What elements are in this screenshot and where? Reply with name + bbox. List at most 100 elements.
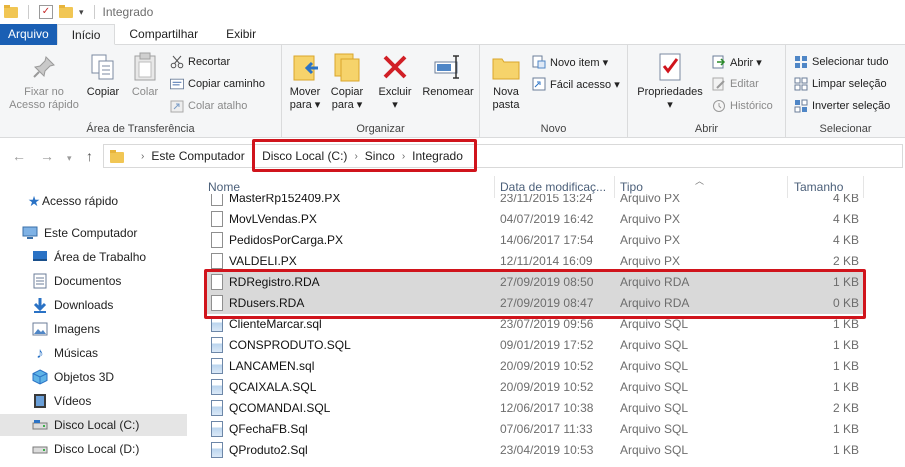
nav-item-documents[interactable]: Documentos: [0, 270, 187, 292]
file-size: 4 KB: [832, 212, 859, 226]
tab-file[interactable]: Arquivo: [0, 24, 57, 45]
file-row[interactable]: PedidosPorCarga.PX 14/06/2017 17:54 Arquiv…: [207, 230, 865, 251]
column-header-type[interactable]: Tipo: [620, 180, 643, 194]
file-type: Arquivo SQL: [620, 380, 689, 394]
breadcrumb-sinco[interactable]: Sinco: [365, 149, 395, 163]
history-button[interactable]: Histórico: [712, 99, 773, 113]
new-folder-icon: [490, 51, 522, 83]
star-icon: ★: [27, 192, 41, 209]
nav-item-pictures[interactable]: Imagens: [0, 318, 187, 340]
select-all-button[interactable]: Selecionar tudo: [794, 55, 888, 69]
file-row[interactable]: MovLVendas.PX 04/07/2019 16:42 Arquivo PX 4…: [207, 209, 865, 230]
file-row[interactable]: QCOMANDAI.SQL 12/06/2017 10:38 Arquivo SQL…: [207, 398, 865, 419]
tab-home[interactable]: Início: [56, 24, 116, 45]
tab-view[interactable]: Exibir: [212, 24, 270, 45]
nav-item-desktop[interactable]: Área de Trabalho: [0, 246, 187, 268]
up-arrow-icon[interactable]: ↑: [86, 148, 93, 164]
nav-item-3d-objects[interactable]: Objetos 3D: [0, 366, 187, 388]
nav-label: Imagens: [54, 322, 101, 336]
clipboard-icon: [129, 51, 161, 83]
nav-item-local-disk-d[interactable]: Disco Local (D:): [0, 438, 187, 460]
file-row[interactable]: QProduto2.Sql 23/04/2019 10:53 Arquivo SQL…: [207, 440, 865, 461]
sql-file-icon: [211, 316, 223, 332]
copy-button[interactable]: Copiar: [84, 51, 122, 99]
ribbon-tabs: Arquivo Início Compartilhar Exibir: [0, 24, 905, 45]
chevron-right-icon[interactable]: ›: [354, 151, 357, 162]
file-row[interactable]: VALDELI.PX 12/11/2014 16:09 Arquivo PX 2 KB: [207, 251, 865, 272]
file-row[interactable]: CONSPRODUTO.SQL 09/01/2019 17:52 Arquivo S…: [207, 335, 865, 356]
column-header-name[interactable]: Nome: [208, 180, 240, 194]
organize-group: Mover para ▾ Copiar para ▾ Excluir ▾ Ren…: [282, 45, 480, 138]
chevron-right-icon[interactable]: ›: [402, 151, 405, 162]
chevron-right-icon[interactable]: ›: [141, 151, 144, 162]
rename-button[interactable]: Renomear: [420, 51, 476, 99]
delete-button[interactable]: Excluir ▾: [378, 51, 412, 112]
new-folder-mini-icon[interactable]: [59, 4, 73, 18]
file-size: 1 KB: [832, 380, 859, 394]
cut-button[interactable]: Recortar: [170, 55, 230, 69]
file-row[interactable]: QCAIXALA.SQL 20/09/2019 10:52 Arquivo SQL 1…: [207, 377, 865, 398]
file-name: QFechaFB.Sql: [229, 422, 308, 436]
file-size: 1 KB: [832, 338, 859, 352]
nav-item-quick-access[interactable]: ★ Acesso rápido: [0, 190, 187, 212]
videos-icon: [32, 393, 48, 409]
easy-access-button[interactable]: Fácil acesso ▾: [532, 77, 620, 91]
file-type: Arquivo RDA: [620, 275, 690, 289]
select-none-button[interactable]: Limpar seleção: [794, 77, 887, 91]
navigation-pane: ★ Acesso rápido Este Computador Área de …: [0, 174, 195, 467]
new-folder-button[interactable]: Nova pasta: [486, 51, 526, 112]
nav-item-videos[interactable]: Vídeos: [0, 390, 187, 412]
file-row[interactable]: MasterRp152409.PX 23/11/2015 13:24 Arquivo…: [207, 194, 865, 209]
column-header-size[interactable]: Tamanho: [794, 180, 843, 194]
copy-path-button[interactable]: Copiar caminho: [170, 77, 265, 91]
address-bar[interactable]: › Este Computador › Disco Local (C:) › S…: [103, 144, 903, 168]
file-type: Arquivo SQL: [620, 338, 689, 352]
select-none-icon: [794, 77, 808, 91]
properties-button[interactable]: Propriedades ▾: [634, 51, 706, 112]
pictures-icon: [32, 321, 48, 337]
nav-item-this-pc[interactable]: Este Computador: [0, 222, 187, 244]
ribbon: Fixar no Acesso rápido Copiar Colar Reco…: [0, 45, 905, 138]
move-to-button[interactable]: Mover para ▾: [286, 51, 324, 112]
nav-label: Acesso rápido: [42, 194, 119, 208]
file-size: 0 KB: [832, 296, 859, 310]
file-row[interactable]: LANCAMEN.sql 20/09/2019 10:52 Arquivo SQL 1…: [207, 356, 865, 377]
customize-toolbar-icon[interactable]: ▾: [79, 7, 84, 18]
file-row[interactable]: RDRegistro.RDA 27/09/2019 08:50 Arquivo RD…: [207, 272, 865, 293]
recent-locations-chevron-icon[interactable]: ▾: [67, 150, 72, 166]
copy-to-button[interactable]: Copiar para ▾: [328, 51, 366, 112]
back-arrow-icon[interactable]: ←: [12, 148, 26, 164]
chevron-right-icon[interactable]: ›: [252, 151, 255, 162]
edit-button[interactable]: Editar: [712, 77, 759, 91]
tab-share[interactable]: Compartilhar: [115, 24, 212, 45]
breadcrumb-local-disk-c[interactable]: Disco Local (C:): [262, 149, 347, 163]
invert-selection-button[interactable]: Inverter seleção: [794, 99, 890, 113]
file-type: Arquivo PX: [620, 194, 681, 205]
new-item-icon: [532, 55, 546, 69]
nav-item-downloads[interactable]: Downloads: [0, 294, 187, 316]
column-header-date[interactable]: Data de modificaç...: [500, 180, 606, 194]
properties-check-icon[interactable]: ✓: [39, 5, 53, 19]
forward-arrow-icon[interactable]: →: [40, 148, 54, 164]
file-type: Arquivo SQL: [620, 401, 689, 415]
breadcrumb-integrado[interactable]: Integrado: [412, 149, 463, 163]
folder-icon: [110, 149, 124, 163]
pin-icon: [28, 51, 60, 83]
paste-button[interactable]: Colar: [126, 51, 164, 99]
file-type: Arquivo PX: [620, 233, 681, 247]
breadcrumb-this-pc[interactable]: Este Computador: [151, 149, 244, 163]
nav-item-local-disk-c[interactable]: Disco Local (C:): [0, 414, 187, 436]
open-button[interactable]: Abrir ▾: [712, 55, 762, 69]
file-row[interactable]: ClienteMarcar.sql 23/07/2019 09:56 Arquivo…: [207, 314, 865, 335]
new-item-button[interactable]: Novo item ▾: [532, 55, 608, 69]
rename-label: Renomear: [422, 86, 474, 98]
file-row[interactable]: QFechaFB.Sql 07/06/2017 11:33 Arquivo SQL 1…: [207, 419, 865, 440]
file-row[interactable]: RDusers.RDA 27/09/2019 08:47 Arquivo RDA 0 …: [207, 293, 865, 314]
clipboard-group: Fixar no Acesso rápido Copiar Colar Reco…: [0, 45, 282, 138]
divider: [93, 5, 95, 19]
nav-item-music[interactable]: ♪ Músicas: [0, 342, 187, 364]
copy-path-icon: [170, 77, 184, 91]
paste-shortcut-button[interactable]: Colar atalho: [170, 99, 247, 113]
copy-label: Copiar: [86, 86, 120, 98]
pin-quick-access-button[interactable]: Fixar no Acesso rápido: [6, 51, 82, 112]
